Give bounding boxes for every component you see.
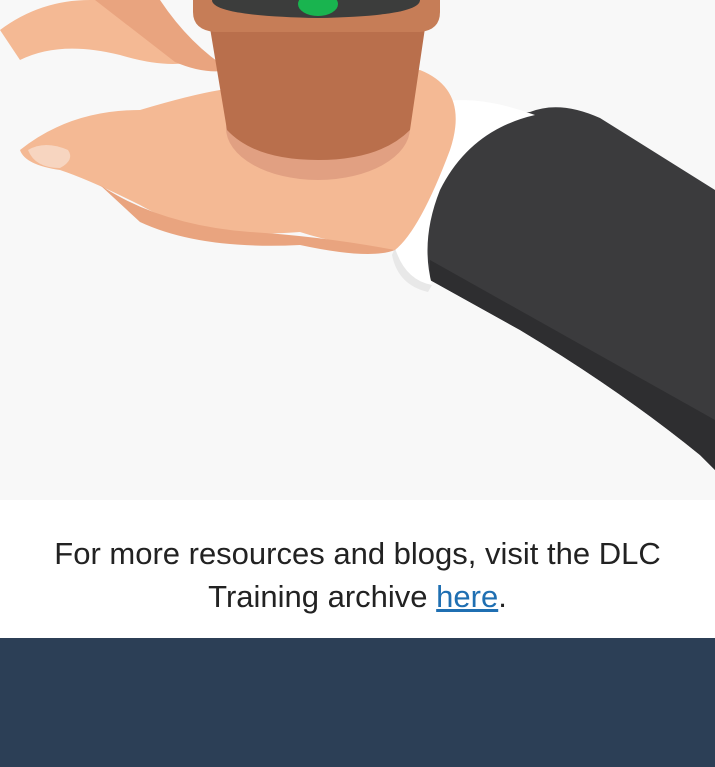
caption-line-2-prefix: Training archive xyxy=(208,579,437,615)
hand-holding-plant-icon xyxy=(0,0,715,470)
footer-band xyxy=(0,638,715,767)
caption-line-2: Training archive here. xyxy=(0,575,715,618)
resources-caption: For more resources and blogs, visit the … xyxy=(0,500,715,638)
hand-holding-plant-illustration xyxy=(0,0,715,500)
training-archive-link[interactable]: here xyxy=(436,579,498,614)
caption-line-1: For more resources and blogs, visit the … xyxy=(54,536,661,571)
caption-line-2-suffix: . xyxy=(498,579,507,615)
